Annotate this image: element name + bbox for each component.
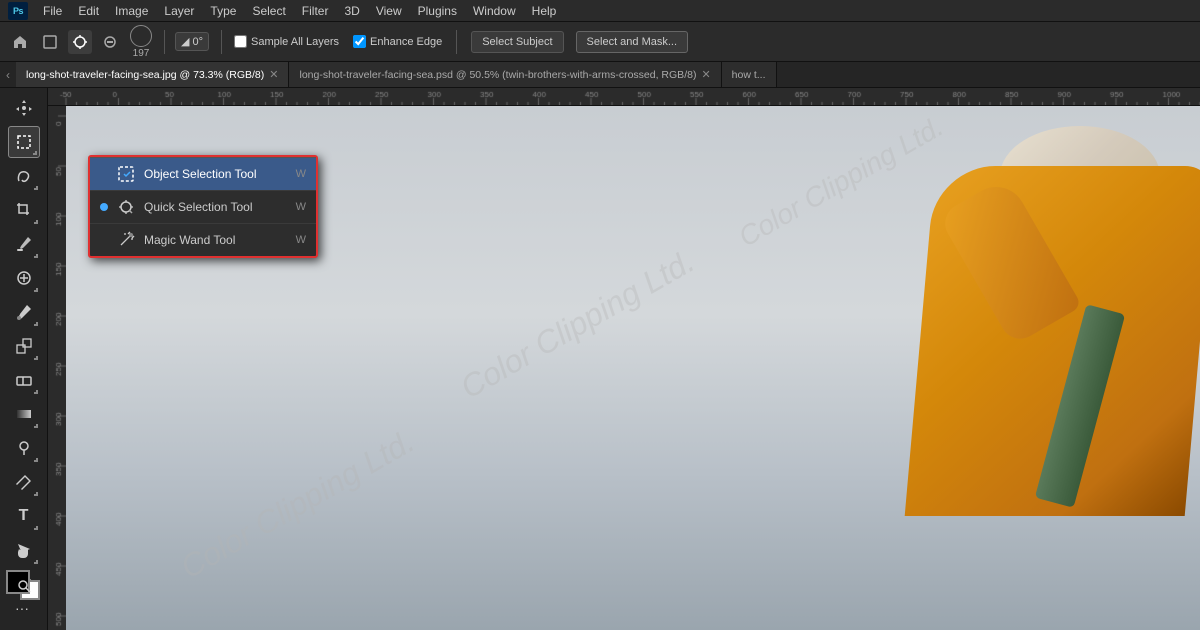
options-bar: 197 ◢ 0° Sample All Layers Enhance Edge … [0, 22, 1200, 62]
tool-text[interactable]: T [8, 500, 40, 532]
tool-pen[interactable] [8, 466, 40, 498]
ps-logo-text: Ps [13, 6, 23, 16]
quick-selection-icon [116, 197, 136, 217]
tool-clone[interactable] [8, 330, 40, 362]
tool-crop[interactable] [8, 194, 40, 226]
flyout-magic-wand[interactable]: Magic Wand Tool W [90, 223, 316, 256]
ps-logo: Ps [8, 2, 28, 20]
angle-input[interactable]: ◢ 0° [175, 32, 209, 51]
object-selection-icon [116, 164, 136, 184]
tool-selection[interactable] [8, 126, 40, 158]
flyout-quick-selection[interactable]: Quick Selection Tool W [90, 190, 316, 223]
select-and-mask-button[interactable]: Select and Mask... [576, 31, 689, 53]
tool-eyedropper[interactable] [8, 228, 40, 260]
home-icon[interactable] [8, 30, 32, 54]
tab-0[interactable]: long-shot-traveler-facing-sea.jpg @ 73.3… [16, 62, 289, 87]
menu-select[interactable]: Select [245, 2, 292, 20]
sample-all-layers-option[interactable]: Sample All Layers [234, 35, 339, 48]
flyout-object-selection-key: W [296, 168, 306, 180]
menu-image[interactable]: Image [108, 2, 155, 20]
extra-tools-icon: ··· [15, 600, 29, 616]
tab-0-label: long-shot-traveler-facing-sea.jpg @ 73.3… [26, 69, 264, 81]
tool-brush[interactable] [8, 296, 40, 328]
sample-all-layers-label: Sample All Layers [251, 36, 339, 48]
enhance-edge-label: Enhance Edge [370, 36, 442, 48]
menu-file[interactable]: File [36, 2, 69, 20]
menu-bar: Ps File Edit Image Layer Type Select Fil… [0, 0, 1200, 22]
menu-filter[interactable]: Filter [295, 2, 336, 20]
tab-2[interactable]: how t... [722, 62, 777, 87]
tool-eraser[interactable] [8, 364, 40, 396]
text-tool-icon: T [19, 507, 29, 525]
tab-1-label: long-shot-traveler-facing-sea.psd @ 50.5… [299, 69, 696, 81]
select-subject-button[interactable]: Select Subject [471, 31, 563, 53]
tool-gradient[interactable] [8, 398, 40, 430]
tool-extra[interactable]: ··· [8, 594, 36, 622]
menu-edit[interactable]: Edit [71, 2, 106, 20]
flyout-magic-wand-label: Magic Wand Tool [144, 233, 288, 247]
menu-plugins[interactable]: Plugins [411, 2, 464, 20]
brush-size-preview[interactable]: 197 [130, 25, 152, 59]
tool-select-icon[interactable] [38, 30, 62, 54]
tool-flyout-menu: Object Selection Tool W Quick Selection … [88, 155, 318, 258]
tab-1[interactable]: long-shot-traveler-facing-sea.psd @ 50.5… [289, 62, 721, 87]
flyout-active-dot [100, 203, 108, 211]
menu-help[interactable]: Help [525, 2, 564, 20]
flyout-object-selection-label: Object Selection Tool [144, 167, 288, 181]
flyout-quick-selection-label: Quick Selection Tool [144, 200, 288, 214]
brush-size-label: 197 [133, 48, 150, 59]
flyout-object-selection[interactable]: Object Selection Tool W [90, 157, 316, 190]
tab-0-close[interactable]: ✕ [269, 68, 278, 81]
flyout-magic-wand-key: W [296, 234, 306, 246]
enhance-edge-checkbox[interactable] [353, 35, 366, 48]
menu-type[interactable]: Type [203, 2, 243, 20]
tool-dodge[interactable] [8, 432, 40, 464]
tab-bar: ‹ long-shot-traveler-facing-sea.jpg @ 73… [0, 62, 1200, 88]
ruler-vertical [48, 106, 66, 630]
menu-layer[interactable]: Layer [157, 2, 201, 20]
sample-all-layers-checkbox[interactable] [234, 35, 247, 48]
tool-quick-select-icon[interactable] [68, 30, 92, 54]
flyout-dot-empty-1 [100, 170, 108, 178]
tool-hand[interactable] [8, 536, 40, 568]
flyout-quick-selection-key: W [296, 201, 306, 213]
menu-window[interactable]: Window [466, 2, 523, 20]
tab-scroll-left[interactable]: ‹ [0, 68, 16, 82]
left-toolbar: T [0, 88, 48, 630]
magic-wand-icon [116, 230, 136, 250]
menu-3d[interactable]: 3D [337, 2, 366, 20]
person-area [880, 106, 1200, 630]
tool-lasso[interactable] [8, 160, 40, 192]
tool-subtract-icon[interactable] [98, 30, 122, 54]
ruler-h-ticks [48, 88, 1200, 106]
tool-healing[interactable] [8, 262, 40, 294]
tab-2-label: how t... [732, 69, 766, 81]
angle-value: 0° [192, 36, 203, 48]
tool-move[interactable] [8, 92, 40, 124]
flyout-dot-empty-3 [100, 236, 108, 244]
tab-1-close[interactable]: ✕ [701, 68, 710, 81]
enhance-edge-option[interactable]: Enhance Edge [353, 35, 442, 48]
angle-icon: ◢ [181, 35, 189, 48]
ruler-horizontal: // ruler ticks rendered via JS below [48, 88, 1200, 106]
menu-view[interactable]: View [369, 2, 409, 20]
